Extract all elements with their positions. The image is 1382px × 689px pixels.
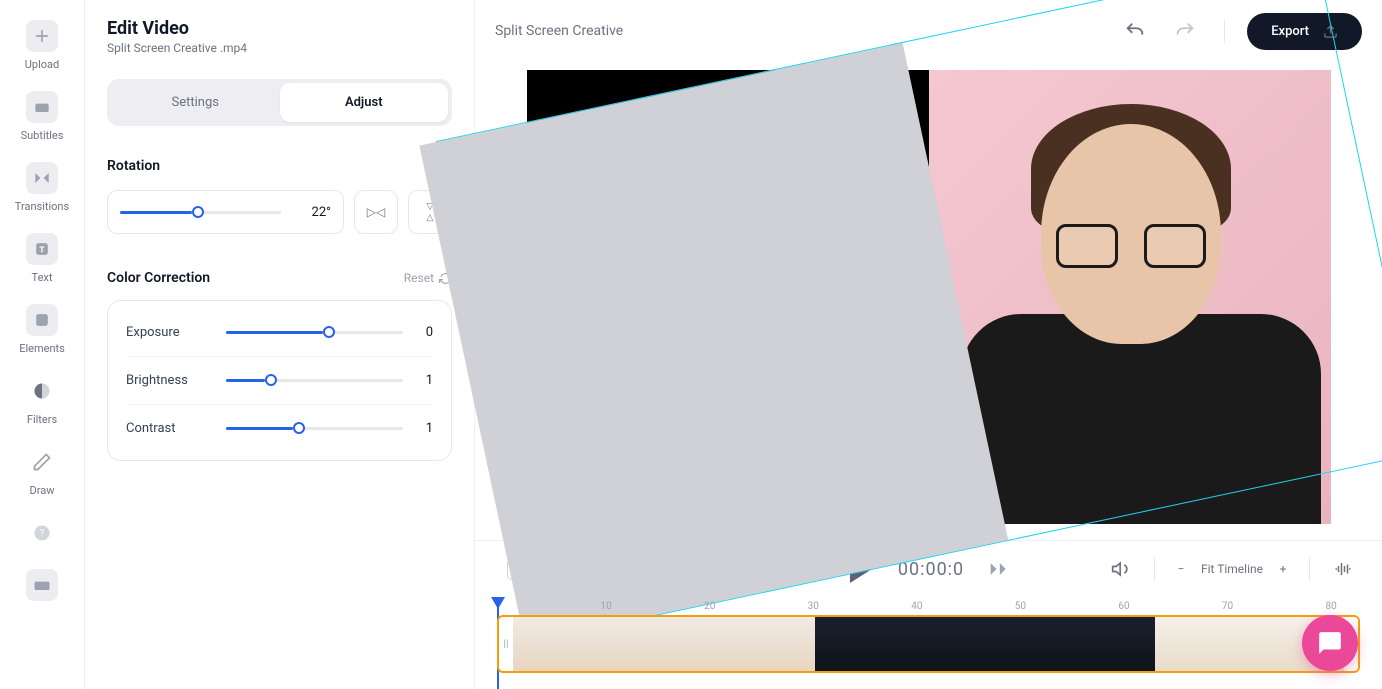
- chat-icon: [1317, 630, 1343, 656]
- nav-label: Subtitles: [21, 129, 64, 142]
- filters-icon: [26, 375, 58, 407]
- zoom-out-button[interactable]: −: [1171, 559, 1191, 579]
- contrast-row: Contrast 1: [126, 405, 433, 452]
- help-icon: ?: [26, 517, 58, 549]
- nav-text[interactable]: T Text: [22, 229, 62, 288]
- cc-value: 1: [413, 373, 433, 388]
- plus-icon: [26, 20, 58, 52]
- nav-subtitles[interactable]: Subtitles: [17, 87, 68, 146]
- nav-help[interactable]: ?: [22, 513, 62, 553]
- zoom-in-button[interactable]: +: [1273, 559, 1293, 579]
- nav-upload[interactable]: Upload: [21, 16, 63, 75]
- cc-value: 0: [413, 325, 433, 340]
- video-left-pane: [419, 43, 1008, 643]
- nav-keyboard[interactable]: [22, 565, 62, 605]
- reset-button[interactable]: Reset: [404, 271, 452, 285]
- chat-fab[interactable]: [1302, 615, 1358, 671]
- exposure-row: Exposure 0: [126, 309, 433, 357]
- rotation-slider[interactable]: 22°: [107, 190, 344, 234]
- nav-transitions[interactable]: Transitions: [11, 158, 73, 217]
- panel-subtitle: Split Screen Creative .mp4: [107, 41, 452, 55]
- nav-label: Filters: [27, 413, 57, 426]
- nav-label: Text: [32, 271, 53, 284]
- fit-timeline-label[interactable]: Fit Timeline: [1201, 562, 1263, 576]
- reset-label: Reset: [404, 271, 434, 285]
- volume-button[interactable]: [1104, 552, 1138, 586]
- nav-elements[interactable]: Elements: [15, 300, 69, 359]
- volume-icon: [1111, 559, 1131, 579]
- nav-label: Upload: [25, 58, 59, 71]
- waveform-button[interactable]: [1326, 552, 1360, 586]
- svg-text:T: T: [39, 245, 44, 255]
- ruler: 10 20 30 40 50 60 70 80: [497, 597, 1360, 615]
- brightness-row: Brightness 1: [126, 357, 433, 405]
- tab-settings[interactable]: Settings: [111, 83, 280, 122]
- divider: [1309, 557, 1310, 581]
- keyboard-icon: [26, 569, 58, 601]
- elements-icon: [26, 304, 58, 336]
- flip-h-icon: ▷◁: [367, 205, 385, 219]
- panel-title: Edit Video: [107, 18, 452, 39]
- cc-icon: [26, 91, 58, 123]
- nav-draw[interactable]: Draw: [22, 442, 62, 501]
- contrast-slider[interactable]: [226, 427, 403, 430]
- divider: [1154, 557, 1155, 581]
- nav-label: Elements: [19, 342, 65, 355]
- clip-thumbnails: [513, 617, 1344, 671]
- cc-label: Brightness: [126, 373, 216, 388]
- skip-forward-button[interactable]: [982, 552, 1016, 586]
- svg-text:?: ?: [40, 528, 45, 539]
- text-icon: T: [26, 233, 58, 265]
- skip-forward-icon: [989, 559, 1009, 579]
- video-canvas[interactable]: [527, 70, 1331, 524]
- tab-adjust[interactable]: Adjust: [280, 83, 449, 122]
- flip-horizontal-button[interactable]: ▷◁: [354, 190, 398, 234]
- draw-icon: [26, 446, 58, 478]
- video-track[interactable]: || ||: [497, 615, 1360, 673]
- rotation-title: Rotation: [107, 158, 452, 174]
- cc-label: Contrast: [126, 421, 216, 436]
- transition-icon: [26, 162, 58, 194]
- cc-value: 1: [413, 421, 433, 436]
- waveform-icon: [1334, 560, 1352, 578]
- brightness-slider[interactable]: [226, 379, 403, 382]
- nav-label: Draw: [30, 484, 55, 497]
- nav-filters[interactable]: Filters: [22, 371, 62, 430]
- clip-handle-left[interactable]: ||: [499, 617, 513, 671]
- flip-v-icon2: △: [427, 213, 434, 223]
- cc-title: Color Correction: [107, 270, 210, 286]
- timeline[interactable]: 10 20 30 40 50 60 70 80 || ||: [475, 597, 1382, 689]
- exposure-slider[interactable]: [226, 331, 403, 334]
- nav-label: Transitions: [15, 200, 69, 213]
- rotation-value: 22°: [291, 205, 331, 220]
- cc-label: Exposure: [126, 325, 216, 340]
